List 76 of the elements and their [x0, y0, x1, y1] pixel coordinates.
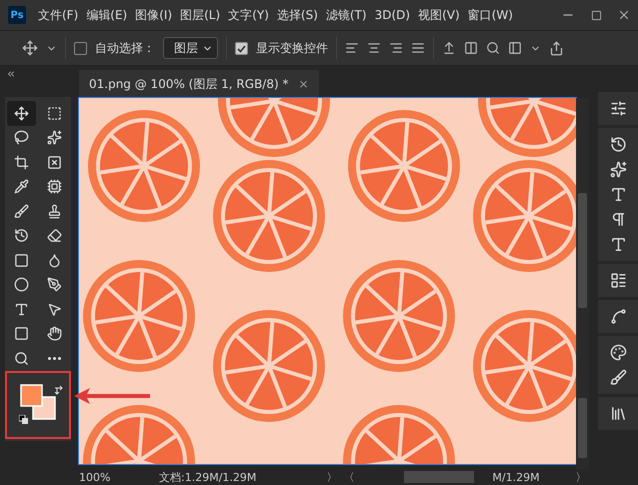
eyedropper-icon — [14, 179, 29, 194]
tool-button[interactable] — [7, 101, 36, 126]
curve-icon[interactable] — [610, 308, 626, 325]
menu-item[interactable]: 3D(D) — [370, 8, 414, 22]
horizontal-scroll-thumb[interactable] — [404, 471, 474, 483]
square-icon — [14, 326, 29, 342]
eraser-icon — [47, 228, 62, 244]
pen-icon — [47, 277, 62, 292]
square-icon — [14, 252, 29, 268]
distribute-icon[interactable] — [411, 41, 425, 55]
checkbox-label: 自动选择： — [95, 40, 155, 56]
chip-icon — [47, 179, 62, 194]
default-colors-icon[interactable] — [19, 414, 28, 424]
circle-icon — [14, 277, 29, 292]
pointer-icon — [47, 302, 62, 317]
prev-button[interactable]: 〈 — [343, 470, 354, 484]
columns-icon[interactable] — [464, 41, 478, 55]
align-right-icon[interactable] — [389, 41, 403, 55]
menu-item[interactable]: 文件(F) — [34, 6, 82, 24]
align-top-icon[interactable] — [442, 41, 456, 55]
menu-item[interactable]: 图像(I) — [131, 6, 176, 24]
menu-item[interactable]: 窗口(W) — [464, 6, 517, 24]
menu-item[interactable]: 图层(L) — [176, 6, 224, 24]
highlight-frame — [5, 370, 71, 438]
history-icon — [14, 228, 29, 244]
app-logo: Ps — [8, 6, 26, 24]
next-button[interactable]: 〉 — [576, 470, 587, 484]
droplet-icon — [47, 252, 62, 268]
checkbox[interactable] — [235, 42, 248, 54]
type-icon — [14, 302, 29, 317]
panel-icon[interactable] — [508, 41, 522, 55]
crossed-square-icon — [47, 154, 62, 170]
sliders-icon[interactable] — [610, 100, 626, 117]
palette-icon[interactable] — [610, 344, 626, 361]
checkbox-label: 显示变换控件 — [256, 40, 328, 56]
align-center-icon[interactable] — [367, 41, 381, 55]
more-icon — [48, 356, 61, 360]
history-icon[interactable] — [610, 136, 626, 153]
close-icon — [617, 8, 631, 22]
vertical-scrollbar[interactable] — [576, 98, 589, 469]
menu-item[interactable]: 滤镜(T) — [322, 6, 371, 24]
menu-item[interactable]: 视图(V) — [414, 6, 464, 24]
list-icon[interactable] — [610, 272, 626, 289]
type-icon[interactable] — [610, 186, 626, 203]
next-button[interactable]: 〉 — [326, 470, 338, 484]
search-icon[interactable] — [486, 41, 500, 55]
move-icon — [14, 106, 29, 121]
crop-icon — [14, 154, 29, 170]
foreground-swatch[interactable] — [20, 384, 43, 406]
type-icon[interactable] — [610, 236, 626, 253]
menu-item[interactable]: 文字(Y) — [224, 6, 273, 24]
checkbox[interactable] — [74, 42, 87, 54]
brush-icon — [14, 204, 29, 219]
collapse-icon[interactable] — [6, 69, 16, 79]
menu-item[interactable]: 选择(S) — [272, 6, 322, 24]
sparkles-icon[interactable] — [610, 161, 626, 178]
lasso-icon — [14, 130, 29, 146]
maximize-icon — [590, 10, 602, 20]
stamp-icon — [47, 204, 62, 219]
hand-icon — [47, 326, 62, 342]
share-icon[interactable] — [549, 40, 564, 56]
move-icon[interactable] — [22, 40, 38, 56]
document-info: M/1.29M — [492, 470, 540, 484]
document-tab[interactable]: 01.png @ 100% (图层 1, RGB/8) * × — [79, 70, 319, 98]
swap-icon[interactable] — [54, 384, 64, 394]
tab-close-button[interactable]: × — [298, 77, 309, 91]
zoom-icon — [14, 350, 29, 366]
brush-icon[interactable] — [610, 369, 626, 386]
menu-item[interactable]: 编辑(E) — [82, 6, 132, 24]
document-info: 文档:1.29M/1.29M — [159, 470, 256, 484]
library-icon[interactable] — [610, 405, 626, 422]
align-left-icon[interactable] — [345, 41, 359, 55]
sparkles-icon — [47, 130, 62, 146]
dashed-square-icon — [47, 106, 62, 121]
zoom-level: 100% — [79, 470, 112, 484]
layer-dropdown[interactable]: 图层 — [163, 37, 218, 59]
